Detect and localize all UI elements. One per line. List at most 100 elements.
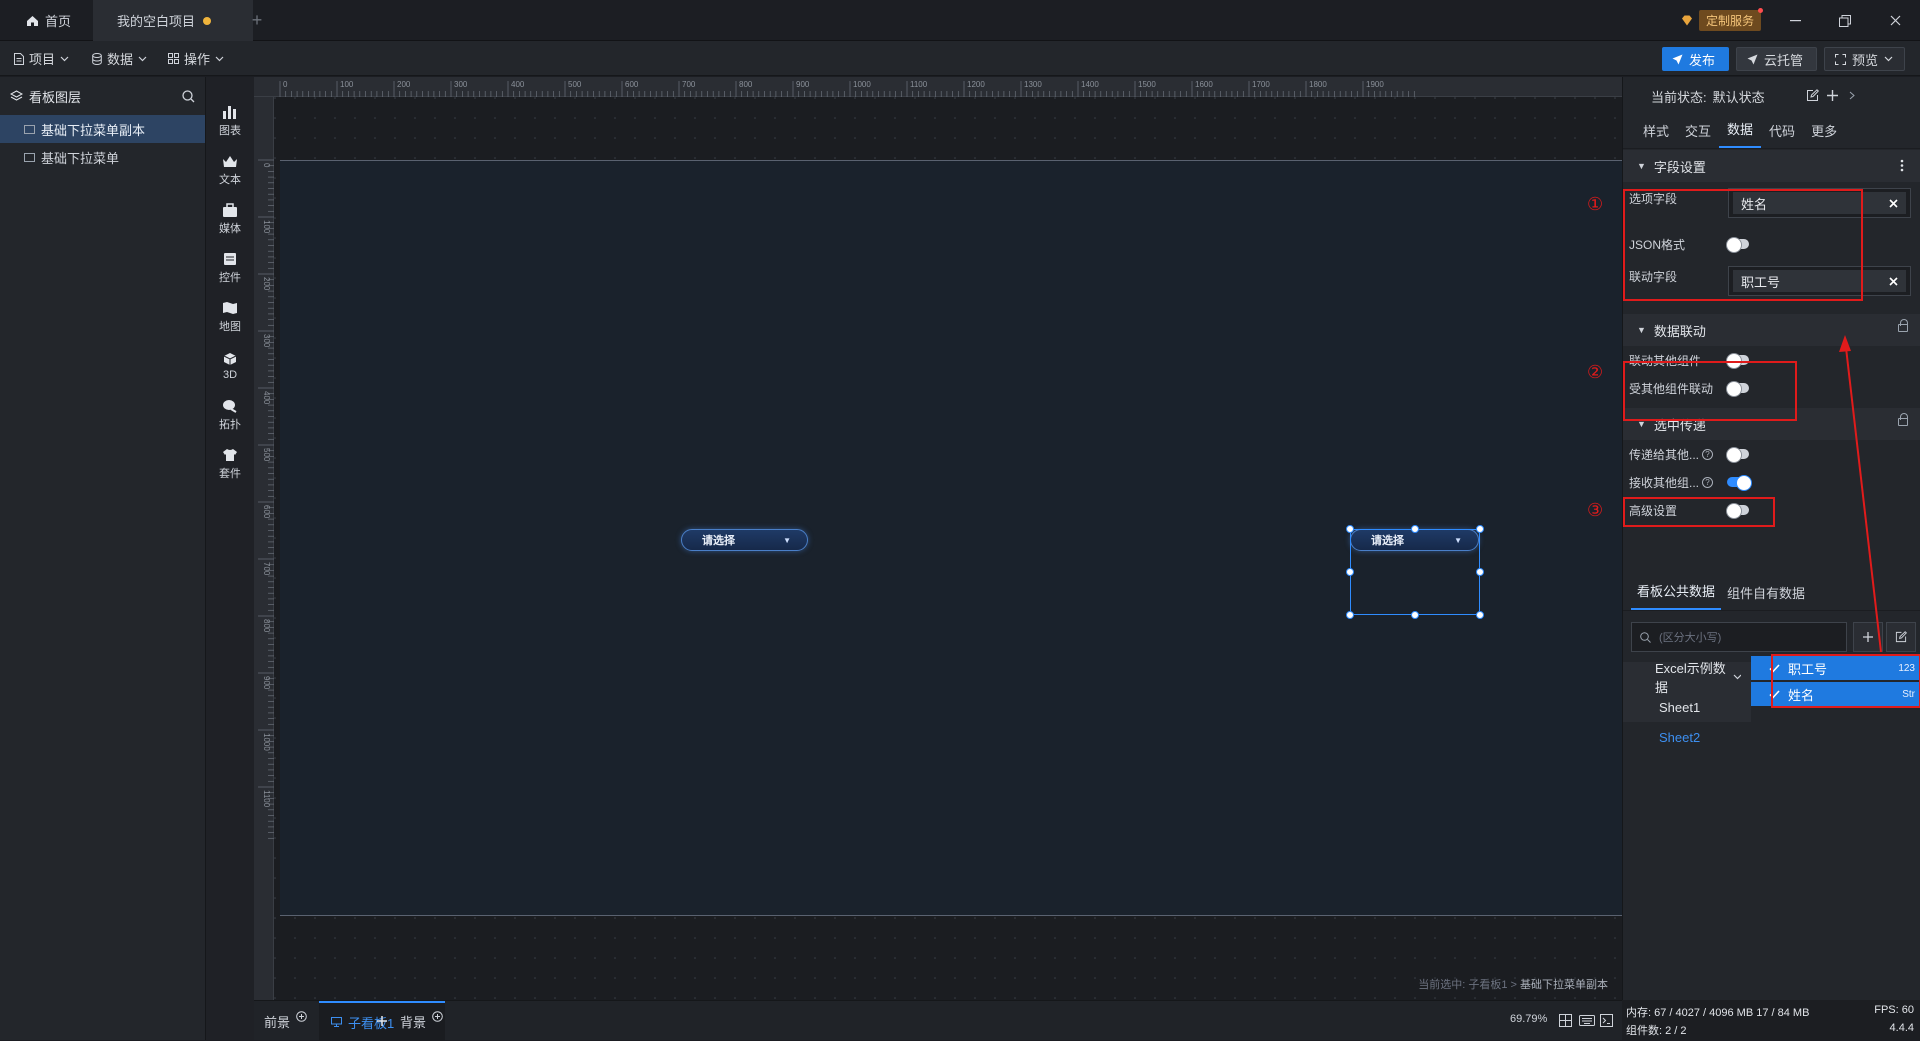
breadcrumb-prefix: 当前选中: 子看板1 > bbox=[1418, 979, 1520, 991]
ruler-label: 700 bbox=[262, 562, 271, 576]
properties-panel: 当前状态: 默认状态 样式 交互 数据 代码 更多 ▼ 字段设置 选项字段 姓名… bbox=[1587, 77, 1920, 1000]
database-icon bbox=[92, 52, 102, 65]
resize-handle[interactable] bbox=[1476, 611, 1484, 619]
map-icon bbox=[223, 301, 237, 314]
tab-background[interactable]: 背景 bbox=[400, 1001, 443, 1041]
keyboard-icon[interactable] bbox=[1579, 1015, 1595, 1026]
menu-data-label: 数据 bbox=[107, 52, 134, 67]
component-topology[interactable]: 拓扑 bbox=[206, 389, 254, 441]
fullscreen-icon bbox=[1835, 53, 1846, 65]
dropdown-layer-icon bbox=[24, 124, 35, 134]
search-icon[interactable] bbox=[182, 89, 195, 103]
dropdown-layer-icon bbox=[24, 152, 35, 162]
tab-project[interactable]: 我的空白项目 bbox=[93, 0, 253, 41]
minimize-button[interactable] bbox=[1775, 0, 1815, 41]
ruler-label: 1800 bbox=[1309, 80, 1327, 89]
component-text[interactable]: 文本 bbox=[206, 144, 254, 196]
tab-project-label: 我的空白项目 bbox=[117, 14, 196, 29]
selection-box[interactable] bbox=[1346, 525, 1484, 619]
monitor-icon bbox=[331, 1017, 342, 1027]
ruler-label: 900 bbox=[262, 676, 271, 690]
publish-button[interactable]: 发布 bbox=[1662, 47, 1729, 71]
zoom-level[interactable]: 69.79% bbox=[1510, 1013, 1547, 1025]
canvas-area[interactable]: 0 100 200 300 400 500 600 700 800 900 1000 1100 1200… bbox=[254, 77, 1622, 1000]
component-chart[interactable]: 图表 bbox=[206, 95, 254, 147]
layer-item[interactable]: 基础下拉菜单副本 bbox=[0, 115, 205, 143]
diamond-icon bbox=[1682, 15, 1692, 26]
minimize-icon bbox=[1789, 19, 1801, 21]
plus-icon bbox=[377, 1016, 387, 1026]
dropdown-component[interactable]: 请选择 ▼ bbox=[681, 529, 808, 551]
tab-foreground[interactable]: 前景 bbox=[264, 1001, 307, 1041]
close-button[interactable] bbox=[1875, 0, 1915, 41]
component-toolbar: 图表 文本 媒体 控件 地图 3D 拓扑 套件 bbox=[206, 77, 254, 1040]
ruler-label: 1700 bbox=[1252, 80, 1270, 89]
selection-breadcrumb: 当前选中: 子看板1 > 基础下拉菜单副本 bbox=[1418, 976, 1608, 992]
menu-data[interactable]: 数据 bbox=[92, 41, 147, 76]
annotation-number: ② bbox=[1587, 362, 1604, 382]
ruler-label: 1300 bbox=[1024, 80, 1042, 89]
chevron-down-icon bbox=[60, 56, 69, 61]
layer-item[interactable]: 基础下拉菜单 bbox=[0, 143, 205, 171]
component-3d[interactable]: 3D bbox=[206, 340, 254, 392]
topology-icon bbox=[223, 399, 237, 413]
component-label: 控件 bbox=[219, 271, 241, 284]
terminal-icon[interactable] bbox=[1600, 1014, 1613, 1027]
text-icon bbox=[223, 155, 237, 167]
caret-down-icon: ▼ bbox=[783, 535, 791, 545]
resize-handle[interactable] bbox=[1411, 611, 1419, 619]
cloud-host-button[interactable]: 云托管 bbox=[1736, 47, 1817, 71]
custom-service[interactable]: 定制服务 bbox=[1681, 8, 1764, 31]
component-map[interactable]: 地图 bbox=[206, 291, 254, 343]
cube-icon bbox=[223, 352, 237, 365]
menu-project-label: 项目 bbox=[29, 52, 56, 67]
add-board-button[interactable] bbox=[372, 1001, 392, 1041]
restore-icon bbox=[1839, 14, 1851, 27]
menu-operate[interactable]: 操作 bbox=[168, 41, 224, 76]
ruler-label: 400 bbox=[511, 80, 525, 89]
menu-project[interactable]: 项目 bbox=[14, 41, 69, 76]
custom-service-label: 定制服务 bbox=[1699, 8, 1764, 31]
unsaved-dot bbox=[203, 16, 212, 25]
chart-icon bbox=[223, 105, 236, 119]
component-media[interactable]: 媒体 bbox=[206, 193, 254, 245]
fps-status: FPS: 60 bbox=[1874, 1004, 1914, 1016]
dropdown-placeholder: 请选择 bbox=[702, 535, 735, 547]
component-kit[interactable]: 套件 bbox=[206, 438, 254, 490]
ruler-label: 700 bbox=[682, 80, 696, 89]
resize-handle[interactable] bbox=[1346, 568, 1354, 576]
component-label: 图表 bbox=[219, 124, 241, 137]
preview-button[interactable]: 预览 bbox=[1824, 47, 1905, 71]
chevron-down-icon bbox=[138, 56, 147, 61]
ruler-label: 1900 bbox=[1366, 80, 1384, 89]
component-label: 媒体 bbox=[219, 222, 241, 235]
ruler-label: 100 bbox=[262, 220, 271, 234]
annotation-number: ③ bbox=[1587, 500, 1604, 520]
resize-handle[interactable] bbox=[1411, 525, 1419, 533]
add-tab-button[interactable]: + bbox=[247, 0, 267, 41]
ruler-label: 900 bbox=[796, 80, 810, 89]
fit-screen-icon[interactable] bbox=[1559, 1014, 1572, 1027]
add-circle-icon[interactable] bbox=[296, 1010, 307, 1022]
resize-handle[interactable] bbox=[1476, 568, 1484, 576]
ruler-label: 1000 bbox=[853, 80, 871, 89]
close-icon bbox=[1890, 15, 1900, 26]
send-icon bbox=[1672, 54, 1683, 64]
layer-label: 基础下拉菜单 bbox=[41, 150, 120, 166]
resize-handle[interactable] bbox=[1346, 611, 1354, 619]
layer-label: 基础下拉菜单副本 bbox=[41, 122, 146, 138]
tab-home[interactable]: 首页 bbox=[18, 0, 93, 41]
component-label: 套件 bbox=[219, 467, 241, 480]
component-label: 地图 bbox=[219, 320, 241, 333]
add-circle-icon[interactable] bbox=[432, 1010, 443, 1022]
media-icon bbox=[223, 202, 237, 217]
ruler-label: 300 bbox=[454, 80, 468, 89]
component-control[interactable]: 控件 bbox=[206, 242, 254, 294]
restore-button[interactable] bbox=[1825, 0, 1865, 41]
resize-handle[interactable] bbox=[1346, 525, 1354, 533]
layers-icon bbox=[10, 90, 23, 101]
title-bar: 首页 我的空白项目 + 定制服务 bbox=[0, 0, 1920, 41]
chevron-down-icon bbox=[1884, 56, 1893, 62]
resize-handle[interactable] bbox=[1476, 525, 1484, 533]
ruler-label: 200 bbox=[397, 80, 411, 89]
